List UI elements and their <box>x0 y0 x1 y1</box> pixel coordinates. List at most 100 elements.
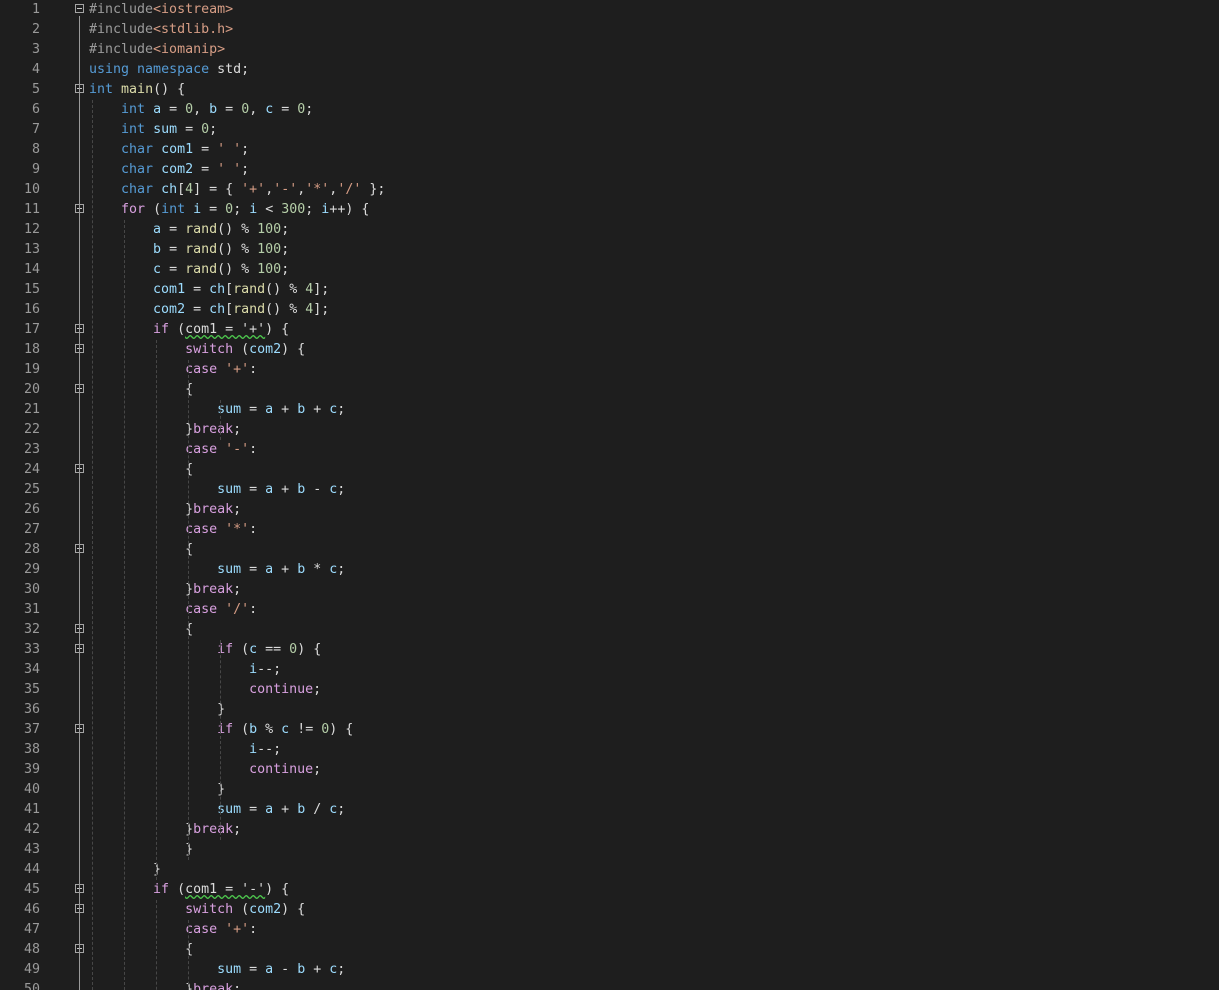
code-line[interactable]: 43 } <box>0 840 1219 860</box>
code-token: i <box>249 742 258 757</box>
code-line[interactable]: 11 for (int i = 0; i < 300; i++) { <box>0 200 1219 220</box>
code-line[interactable]: 36 } <box>0 700 1219 720</box>
code-line[interactable]: 40 } <box>0 780 1219 800</box>
line-number: 1 <box>31 2 40 17</box>
code-line[interactable]: 2 #include<stdlib.h> <box>0 20 1219 40</box>
code-line[interactable]: 26 }break; <box>0 500 1219 520</box>
code-line[interactable]: 8 char com1 = ' '; <box>0 140 1219 160</box>
code-line[interactable]: 48 { <box>0 940 1219 960</box>
code-line[interactable]: 27 case '*': <box>0 520 1219 540</box>
code-token: i <box>193 202 202 217</box>
code-line[interactable]: 32 { <box>0 620 1219 640</box>
code-token: rand <box>185 242 218 257</box>
code-line[interactable]: 47 case '+': <box>0 920 1219 940</box>
code-line[interactable]: 16 com2 = ch[rand() % 4]; <box>0 300 1219 320</box>
code-line[interactable]: 30 }break; <box>0 580 1219 600</box>
code-token: } <box>89 982 194 990</box>
code-token: using <box>89 62 130 77</box>
code-line[interactable]: 42 }break; <box>0 820 1219 840</box>
code-line[interactable]: 23 case '-': <box>0 440 1219 460</box>
code-line[interactable]: 20 { <box>0 380 1219 400</box>
code-line[interactable]: 7 int sum = 0; <box>0 120 1219 140</box>
code-line[interactable]: 45 if (com1 = '-') { <box>0 880 1219 900</box>
code-line[interactable]: 34 i--; <box>0 660 1219 680</box>
code-line[interactable]: 1 #include<iostream> <box>0 0 1219 20</box>
code-line[interactable]: 37 if (b % c != 0) { <box>0 720 1219 740</box>
code-token: ; <box>233 502 242 517</box>
code-line[interactable]: 12 a = rand() % 100; <box>0 220 1219 240</box>
code-token: #include <box>89 42 154 57</box>
code-text: { <box>89 540 193 560</box>
code-text: char com2 = ' '; <box>89 160 249 180</box>
code-line[interactable]: 14 c = rand() % 100; <box>0 260 1219 280</box>
code-token: } <box>89 822 194 837</box>
code-line[interactable]: 21 sum = a + b + c; <box>0 400 1219 420</box>
code-token: 0 <box>185 102 194 117</box>
code-token: : <box>249 442 258 457</box>
code-line[interactable]: 46 switch (com2) { <box>0 900 1219 920</box>
code-line[interactable]: 22 }break; <box>0 420 1219 440</box>
code-line[interactable]: 28 { <box>0 540 1219 560</box>
code-line[interactable]: 39 continue; <box>0 760 1219 780</box>
code-line[interactable]: 5 int main() { <box>0 80 1219 100</box>
code-line[interactable]: 44 } <box>0 860 1219 880</box>
code-token: = <box>161 222 186 237</box>
code-token: 100 <box>257 262 282 277</box>
code-token: ) { <box>265 882 290 897</box>
line-number: 25 <box>23 482 40 497</box>
code-text: for (int i = 0; i < 300; i++) { <box>89 200 369 220</box>
line-number: 13 <box>23 242 40 257</box>
code-text: switch (com2) { <box>89 340 305 360</box>
line-number: 17 <box>23 322 40 337</box>
collapse-toggle-icon[interactable] <box>75 4 84 13</box>
code-line[interactable]: 50 }break; <box>0 980 1219 990</box>
code-token: ( <box>145 202 162 217</box>
code-line[interactable]: 38 i--; <box>0 740 1219 760</box>
code-token: } <box>89 842 194 857</box>
line-number: 41 <box>23 802 40 817</box>
code-line[interactable]: 33 if (c == 0) { <box>0 640 1219 660</box>
code-line[interactable]: 35 continue; <box>0 680 1219 700</box>
code-token: case <box>185 522 218 537</box>
code-token: rand <box>233 302 266 317</box>
code-line[interactable]: 24 { <box>0 460 1219 480</box>
code-token: com1 <box>161 142 194 157</box>
code-token: + <box>305 402 330 417</box>
code-line[interactable]: 15 com1 = ch[rand() % 4]; <box>0 280 1219 300</box>
code-token: ]; <box>313 302 330 317</box>
code-line[interactable]: 10 char ch[4] = { '+','-','*','/' }; <box>0 180 1219 200</box>
code-token: [ <box>225 282 234 297</box>
code-token: : <box>249 362 258 377</box>
line-number: 45 <box>23 882 40 897</box>
code-line[interactable]: 41 sum = a + b / c; <box>0 800 1219 820</box>
code-token: + <box>273 482 298 497</box>
code-token: com1 = '+' <box>185 322 266 337</box>
code-token: a <box>153 102 162 117</box>
code-line[interactable]: 9 char com2 = ' '; <box>0 160 1219 180</box>
code-editor[interactable]: 1 #include<iostream> 2 #include<stdlib.h> 3 #… <box>0 0 1219 990</box>
code-line[interactable]: 18 switch (com2) { <box>0 340 1219 360</box>
code-line[interactable]: 19 case '+': <box>0 360 1219 380</box>
code-text: switch (com2) { <box>89 900 305 920</box>
line-number: 47 <box>23 922 40 937</box>
code-line[interactable]: 31 case '/': <box>0 600 1219 620</box>
code-line[interactable]: 17 if (com1 = '+') { <box>0 320 1219 340</box>
code-line[interactable]: 25 sum = a + b - c; <box>0 480 1219 500</box>
code-line[interactable]: 4 using namespace std; <box>0 60 1219 80</box>
code-line[interactable]: 29 sum = a + b * c; <box>0 560 1219 580</box>
code-line[interactable]: 49 sum = a - b + c; <box>0 960 1219 980</box>
code-line[interactable]: 6 int a = 0, b = 0, c = 0; <box>0 100 1219 120</box>
code-token: 300 <box>281 202 306 217</box>
line-number: 39 <box>23 762 40 777</box>
code-text: b = rand() % 100; <box>89 240 289 260</box>
code-line[interactable]: 13 b = rand() % 100; <box>0 240 1219 260</box>
code-token: } <box>89 702 226 717</box>
line-number: 20 <box>23 382 40 397</box>
code-line[interactable]: 3 #include<iomanip> <box>0 40 1219 60</box>
code-token: '+' <box>225 362 250 377</box>
